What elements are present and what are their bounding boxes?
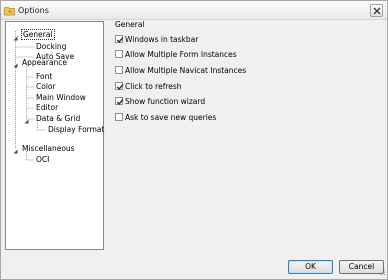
checkbox[interactable] — [115, 35, 124, 44]
tree-node-data-grid[interactable]: Data & Grid — [35, 113, 81, 124]
tree-node-display-format[interactable]: Display Format — [47, 124, 105, 135]
close-icon — [373, 7, 381, 15]
resize-grip-icon[interactable] — [378, 268, 386, 278]
option-label: Allow Multiple Navicat Instances — [125, 65, 247, 75]
option-label: Click to refresh — [125, 81, 182, 91]
option-label: Ask to save new queries — [125, 112, 217, 122]
option-allow-multiple-form-instances[interactable]: Allow Multiple Form Instances — [115, 49, 237, 59]
option-click-to-refresh[interactable]: Click to refresh — [115, 81, 182, 91]
option-show-function-wizard[interactable]: Show function wizard — [115, 96, 205, 106]
expander-icon[interactable] — [13, 147, 18, 154]
option-allow-multiple-navicat-instances[interactable]: Allow Multiple Navicat Instances — [115, 65, 246, 75]
tree-node-oci[interactable]: OCI — [35, 154, 50, 165]
expander-icon[interactable] — [13, 61, 18, 68]
expander-icon[interactable] — [24, 117, 29, 124]
window-title: Options — [18, 6, 49, 15]
close-button[interactable] — [370, 4, 383, 17]
checkbox[interactable] — [115, 113, 123, 121]
checkbox[interactable] — [115, 82, 124, 91]
tree-node-editor[interactable]: Editor — [35, 102, 59, 113]
option-windows-in-taskbar[interactable]: Windows in taskbar — [115, 34, 198, 44]
general-group-title: General — [115, 20, 145, 29]
tree-node-general[interactable]: General — [21, 29, 55, 40]
tree-node-color[interactable]: Color — [35, 81, 57, 92]
tree-node-appearance[interactable]: Appearance — [21, 57, 68, 68]
options-tree[interactable]: General Docking Auto Save Appearance Fon… — [5, 21, 104, 250]
folder-key-icon — [4, 5, 15, 16]
option-label: Allow Multiple Form Instances — [125, 49, 237, 59]
checkbox[interactable] — [115, 66, 123, 74]
check-icon — [116, 84, 124, 91]
check-icon — [116, 99, 124, 106]
checkbox[interactable] — [115, 50, 123, 58]
checkbox[interactable] — [115, 97, 124, 106]
options-dialog: Options General Docking Auto Save Appear… — [0, 0, 388, 280]
title-bar[interactable]: Options — [1, 1, 387, 20]
option-label: Show function wizard — [125, 96, 206, 106]
ok-button[interactable]: OK — [288, 260, 333, 274]
expander-icon[interactable] — [13, 34, 18, 41]
option-ask-to-save-new-queries[interactable]: Ask to save new queries — [115, 112, 216, 122]
check-icon — [116, 37, 124, 44]
tree-node-miscellaneous[interactable]: Miscellaneous — [21, 143, 76, 154]
option-label: Windows in taskbar — [125, 34, 199, 44]
